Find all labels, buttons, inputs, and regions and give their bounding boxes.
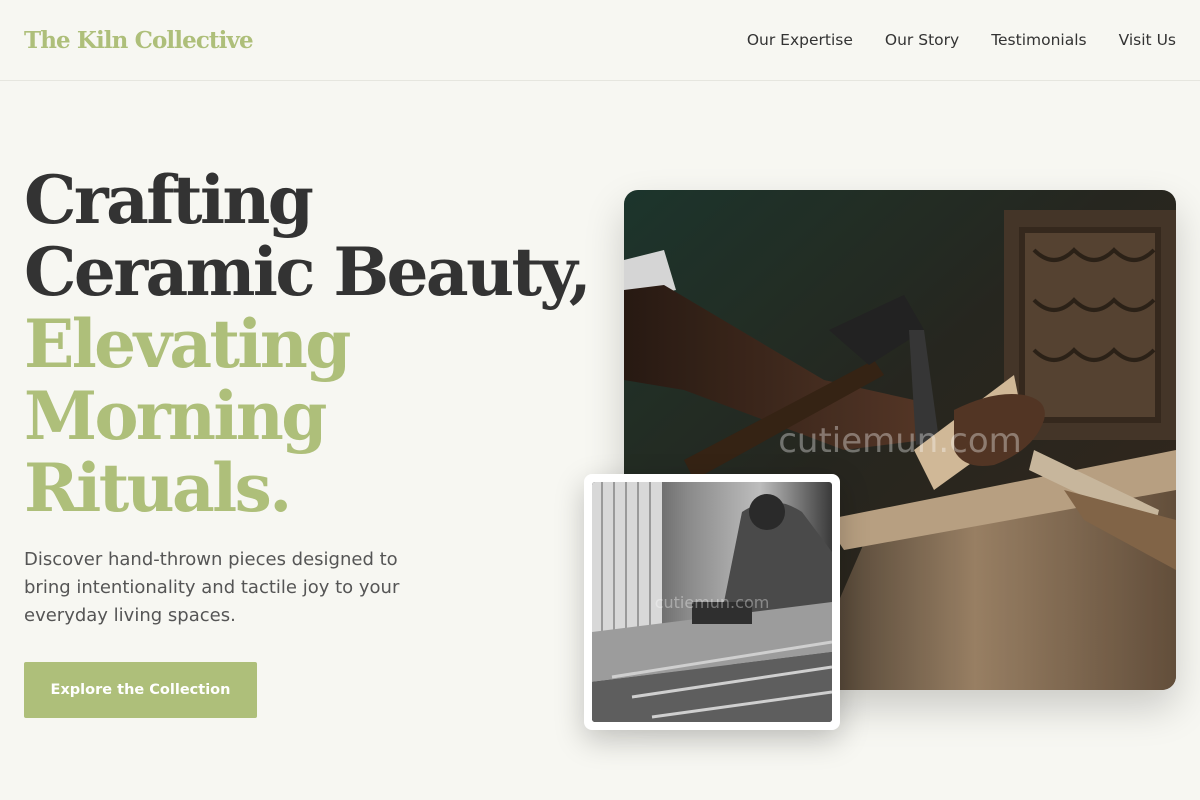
headline-line-2: Ceramic Beauty, (24, 233, 592, 311)
main-nav: Our Expertise Our Story Testimonials Vis… (747, 31, 1176, 49)
woodworking-bw-image: cutiemun.com (592, 482, 832, 722)
hero-headline: Crafting Ceramic Beauty, Elevating Morni… (24, 161, 592, 527)
headline-accent-line-1: Elevating (24, 305, 351, 383)
small-photo-watermark: cutiemun.com (655, 593, 770, 612)
nav-link-story[interactable]: Our Story (885, 31, 959, 49)
main-photo-watermark: cutiemun.com (778, 421, 1022, 461)
nav-link-expertise[interactable]: Our Expertise (747, 31, 853, 49)
explore-collection-button[interactable]: Explore the Collection (24, 662, 257, 718)
secondary-photo-card: cutiemun.com (584, 474, 840, 730)
hero-subtitle: Discover hand-thrown pieces designed to … (24, 549, 400, 626)
headline-line-1: Crafting (24, 161, 314, 239)
nav-link-testimonials[interactable]: Testimonials (991, 31, 1086, 49)
headline-accent-line-3: Rituals. (24, 449, 292, 527)
nav-link-visit[interactable]: Visit Us (1119, 31, 1176, 49)
brand-logo[interactable]: The Kiln Collective (24, 27, 254, 54)
headline-accent-line-2: Morning (24, 377, 327, 455)
secondary-photo-bw: cutiemun.com (592, 482, 832, 722)
site-header: The Kiln Collective Our Expertise Our St… (0, 0, 1200, 81)
